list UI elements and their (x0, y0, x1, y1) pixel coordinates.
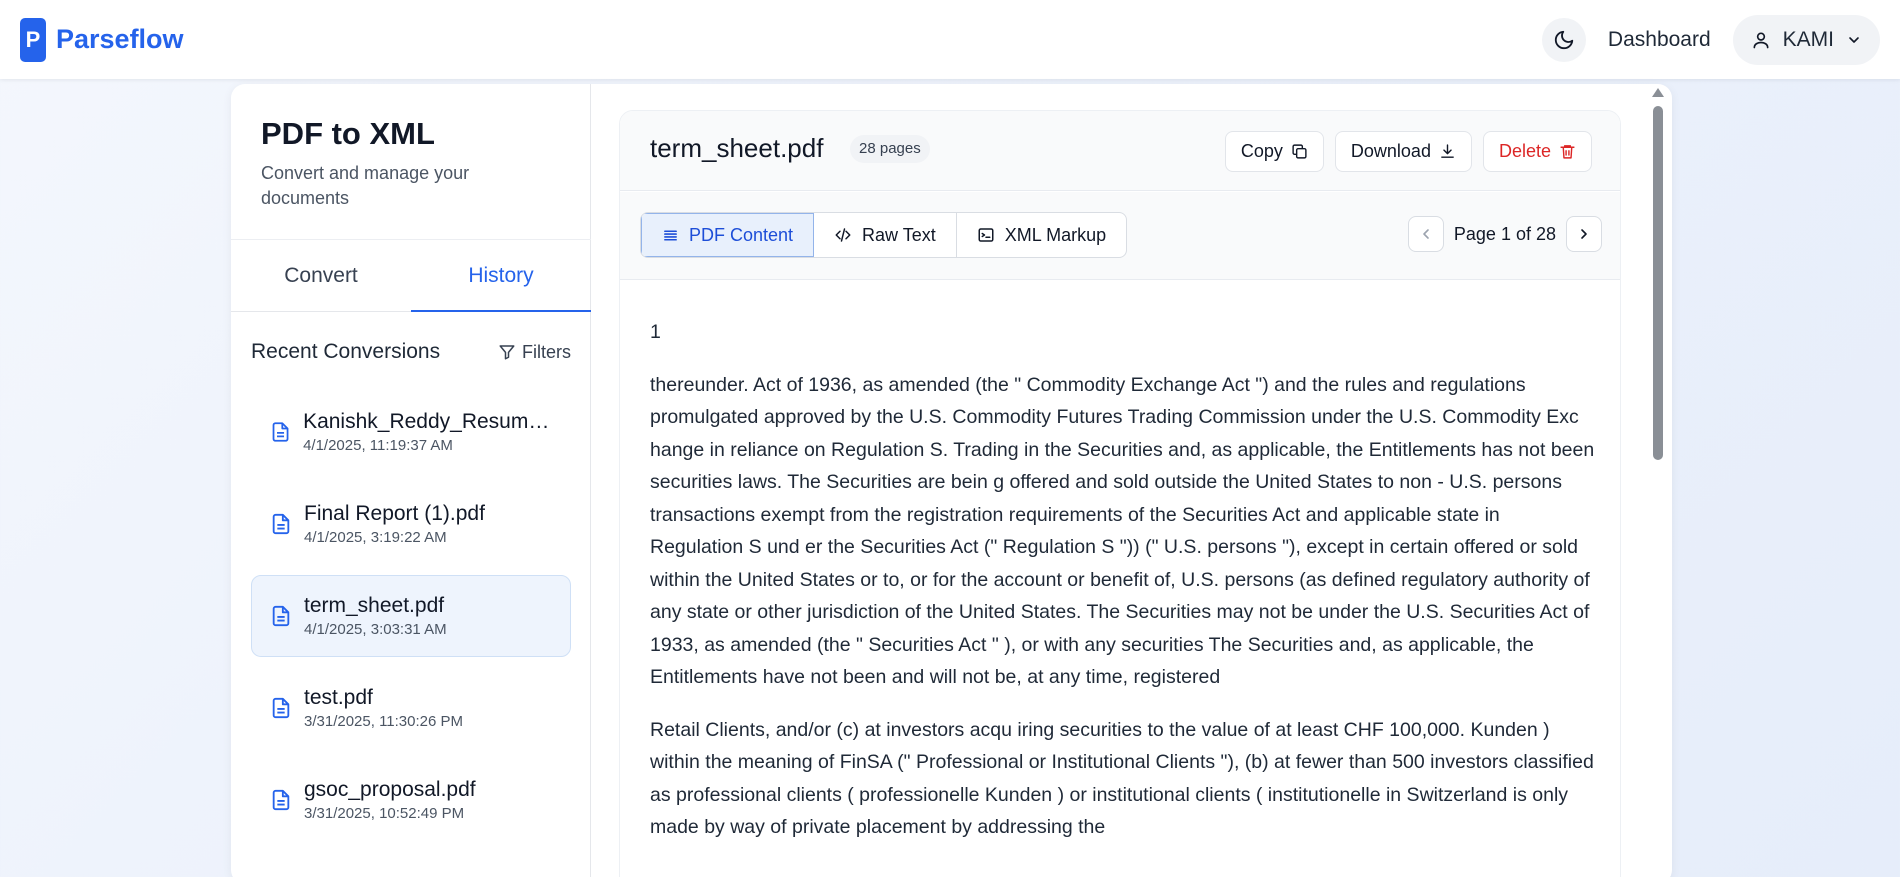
brand-logo: P (20, 17, 46, 62)
moon-icon (1554, 30, 1574, 49)
download-label: Download (1350, 141, 1431, 161)
page-subtitle: Convert and manage your documents (261, 163, 470, 208)
file-date: 3/31/2025, 10:52:49 PM (304, 805, 465, 822)
tab-pdf-content[interactable]: PDF Content (641, 213, 815, 257)
file-item[interactable]: test.pdf 3/31/2025, 11:30:26 PM (251, 667, 571, 749)
file-name: test.pdf (304, 686, 373, 709)
file-item[interactable]: gsoc_proposal.pdf 3/31/2025, 10:52:49 PM (251, 759, 571, 841)
chevron-right-icon (1581, 229, 1587, 239)
copy-button[interactable]: Copy (1224, 131, 1324, 172)
file-item[interactable]: Kanishk_Reddy_Resume ... 4/1/2025, 11:19… (251, 391, 571, 473)
list-icon (664, 229, 677, 241)
document-content: 1 thereunder. Act of 1936, as amended (t… (650, 316, 1595, 864)
scrollbar-thumb[interactable] (1653, 106, 1663, 460)
sidebar-tabs: Convert History (231, 240, 591, 312)
prev-page-button[interactable] (1407, 216, 1444, 252)
chevron-down-icon (1849, 36, 1859, 43)
pagination: Page 1 of 28 (1407, 216, 1602, 252)
delete-button[interactable]: Delete (1482, 131, 1592, 172)
file-icon (272, 697, 290, 719)
tab-raw-text[interactable]: Raw Text (814, 213, 957, 257)
tab-label: Raw Text (862, 224, 936, 245)
page-number: 1 (650, 321, 661, 343)
user-menu-button[interactable]: KAMI (1732, 14, 1880, 65)
file-text: Kanishk_Reddy_Resume ... 4/1/2025, 11:19… (303, 410, 552, 454)
sidebar: PDF to XML Convert and manage your docum… (231, 84, 591, 877)
document-actions: Copy Download Delete (1224, 131, 1592, 172)
page-title: PDF to XML (261, 116, 435, 151)
terminal-icon (978, 228, 994, 242)
content-paragraph: thereunder. Act of 1936, as amended (the… (650, 373, 1595, 689)
file-date: 4/1/2025, 3:03:31 AM (304, 621, 447, 638)
delete-label: Delete (1498, 141, 1551, 161)
file-icon (272, 422, 289, 442)
next-page-button[interactable] (1566, 216, 1602, 252)
page-indicator: Page 1 of 28 (1453, 223, 1556, 244)
document-header: term_sheet.pdf 28 pages Copy Download De… (620, 111, 1620, 191)
view-toolbar: PDF Content Raw Text XML Markup Page 1 o… (620, 192, 1620, 280)
theme-toggle-button[interactable] (1541, 17, 1586, 62)
tab-xml-markup[interactable]: XML Markup (957, 213, 1126, 257)
brand[interactable]: P Parseflow (20, 17, 184, 62)
tab-label: XML Markup (1004, 224, 1107, 245)
content-paragraph: Retail Clients, and/or (c) at investors … (650, 718, 1594, 839)
file-list: Kanishk_Reddy_Resume ... 4/1/2025, 11:19… (251, 391, 571, 851)
brand-name: Parseflow (56, 24, 184, 54)
tab-label: PDF Content (689, 224, 794, 245)
trash-icon (1560, 145, 1575, 159)
file-icon (272, 789, 290, 811)
tab-history[interactable]: History (411, 240, 591, 312)
scrollbar[interactable] (1651, 88, 1665, 877)
file-item[interactable]: Final Report (1).pdf 4/1/2025, 3:19:22 A… (251, 483, 571, 565)
filter-icon (499, 345, 515, 360)
scroll-up-arrow[interactable] (1652, 88, 1664, 97)
file-icon (272, 513, 290, 535)
user-icon (1753, 31, 1769, 48)
user-name: KAMI (1782, 27, 1834, 51)
code-icon (835, 228, 851, 242)
file-icon (272, 605, 290, 627)
dashboard-link[interactable]: Dashboard (1608, 28, 1711, 52)
document-panel: term_sheet.pdf 28 pages Copy Download De… (619, 110, 1621, 877)
file-name: Final Report (1).pdf (304, 502, 485, 525)
file-name: term_sheet.pdf (304, 594, 445, 617)
file-date: 4/1/2025, 11:19:37 AM (303, 437, 453, 454)
recent-header: Recent Conversions Filters (251, 340, 571, 364)
file-name: Kanishk_Reddy_Resume ... (303, 410, 552, 433)
top-navbar: P Parseflow Dashboard KAMI (0, 0, 1900, 79)
file-text: term_sheet.pdf 4/1/2025, 3:03:31 AM (304, 594, 447, 638)
download-icon (1441, 144, 1454, 158)
pages-badge: 28 pages (850, 135, 930, 163)
tab-convert[interactable]: Convert (231, 240, 411, 311)
file-text: gsoc_proposal.pdf 3/31/2025, 10:52:49 PM (304, 778, 476, 822)
copy-label: Copy (1240, 141, 1283, 161)
document-title: term_sheet.pdf (650, 133, 824, 163)
file-text: Final Report (1).pdf 4/1/2025, 3:19:22 A… (304, 502, 485, 546)
converter-card: PDF to XML Convert and manage your docum… (231, 84, 1672, 877)
file-item-selected[interactable]: term_sheet.pdf 4/1/2025, 3:03:31 AM (251, 575, 571, 657)
header-actions: Dashboard KAMI (1541, 14, 1880, 65)
chevron-left-icon (1423, 229, 1429, 239)
download-button[interactable]: Download (1334, 131, 1472, 172)
file-date: 4/1/2025, 3:19:22 AM (304, 529, 447, 546)
file-text: test.pdf 3/31/2025, 11:30:26 PM (304, 686, 463, 730)
filters-label: Filters (522, 341, 571, 362)
file-name: gsoc_proposal.pdf (304, 778, 476, 801)
filters-button[interactable]: Filters (498, 342, 571, 363)
copy-icon (1292, 144, 1307, 159)
recent-conversions-title: Recent Conversions (251, 340, 441, 363)
view-tabs: PDF Content Raw Text XML Markup (640, 212, 1128, 258)
file-date: 3/31/2025, 11:30:26 PM (304, 713, 464, 730)
